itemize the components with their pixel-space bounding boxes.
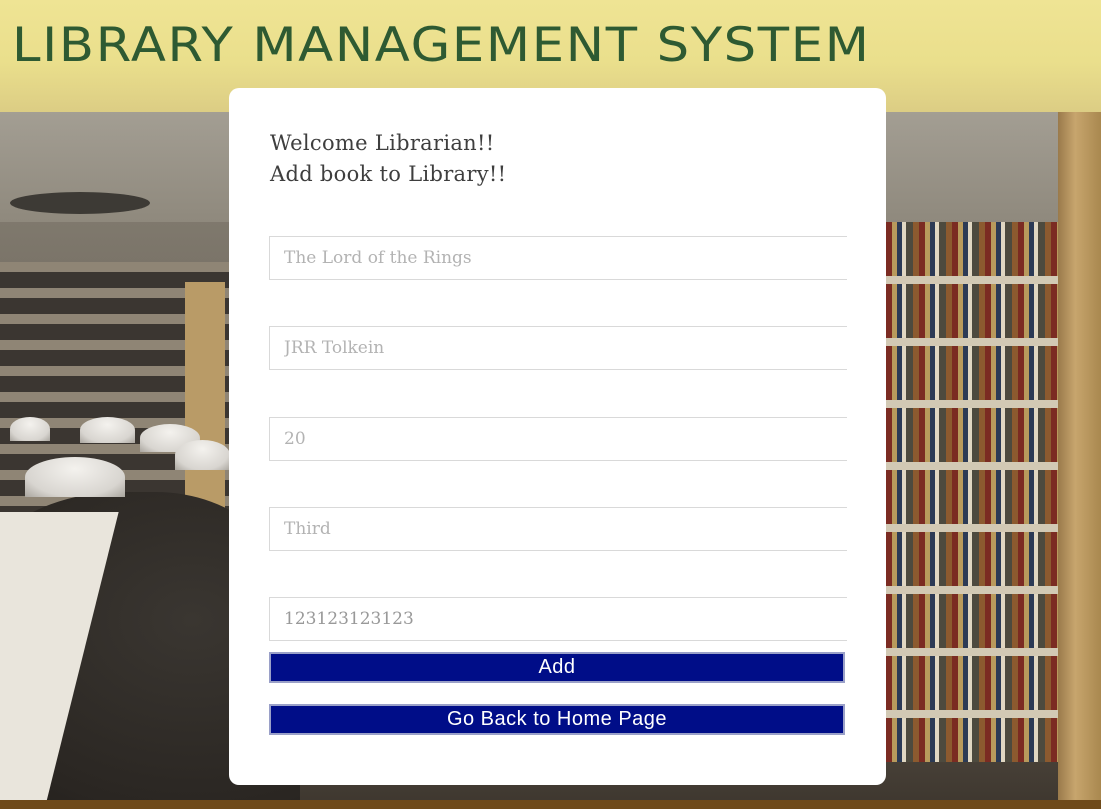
lamp xyxy=(80,417,135,443)
edition-input[interactable] xyxy=(269,507,847,551)
bottom-border xyxy=(0,800,1101,809)
wooden-pillar xyxy=(1058,112,1101,809)
author-input[interactable] xyxy=(269,326,847,370)
lamp xyxy=(25,457,125,497)
page: LIBRARY MANAGEMENT SYSTEM Welcome Librar… xyxy=(0,0,1101,809)
copies-input[interactable] xyxy=(269,417,847,461)
home-page-button[interactable]: Go Back to Home Page xyxy=(269,704,845,735)
welcome-line: Welcome Librarian!! xyxy=(270,131,495,155)
lamp xyxy=(10,417,50,441)
isbn-input[interactable] xyxy=(269,597,847,641)
add-book-card: Welcome Librarian!! Add book to Library!… xyxy=(229,88,886,785)
ceiling-light xyxy=(10,192,150,214)
welcome-message: Welcome Librarian!! Add book to Library!… xyxy=(270,128,506,190)
instruction-line: Add book to Library!! xyxy=(270,162,507,186)
book-title-input[interactable] xyxy=(269,236,847,280)
add-button[interactable]: Add xyxy=(269,652,845,683)
bookshelf-right xyxy=(886,222,1061,762)
site-title: LIBRARY MANAGEMENT SYSTEM xyxy=(12,18,871,73)
lamp xyxy=(175,440,230,470)
